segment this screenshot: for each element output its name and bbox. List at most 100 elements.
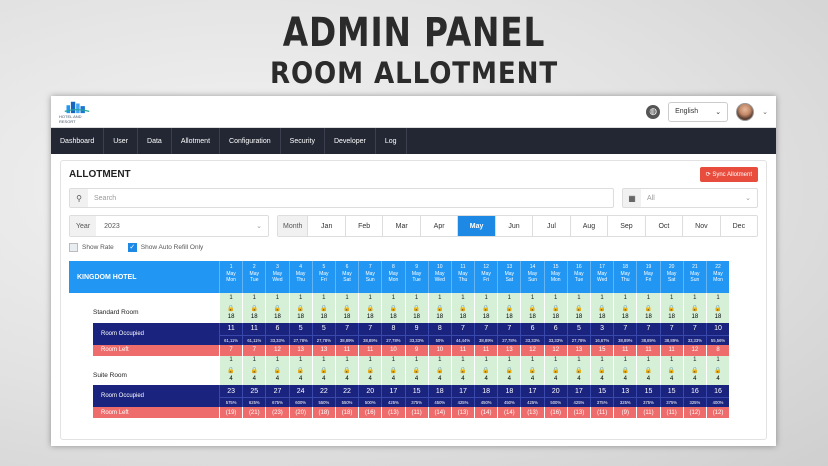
allotment-cell[interactable]: 🔒 4	[520, 365, 544, 385]
allotment-cell[interactable]: 🔒 4	[497, 365, 521, 385]
month-apr[interactable]: Apr	[419, 216, 457, 236]
allotment-cell[interactable]: 🔒 18	[682, 302, 706, 323]
allotment-cell[interactable]: 🔒 18	[497, 302, 521, 323]
allotment-cell[interactable]: 🔒 18	[242, 302, 266, 323]
month-aug[interactable]: Aug	[569, 216, 607, 236]
allotment-cell[interactable]: 🔒 4	[636, 365, 660, 385]
search-input[interactable]: ⚲ Search	[69, 188, 614, 208]
allotment-cell[interactable]: 1	[659, 293, 683, 303]
month-jan[interactable]: Jan	[307, 216, 344, 236]
avatar[interactable]	[736, 102, 755, 121]
allotment-cell[interactable]: 1	[590, 293, 614, 303]
allotment-cell[interactable]: 1	[566, 355, 590, 365]
allotment-cell[interactable]: 1	[474, 355, 498, 365]
allotment-cell[interactable]: 🔒 18	[265, 302, 289, 323]
month-sep[interactable]: Sep	[607, 216, 644, 236]
allotment-cell[interactable]: 1	[242, 355, 266, 365]
allotment-cell[interactable]: 1	[288, 293, 312, 303]
nav-item-data[interactable]: Data	[138, 128, 172, 154]
allotment-cell[interactable]: 🔒 4	[242, 365, 266, 385]
allotment-cell[interactable]: 1	[219, 293, 243, 303]
allotment-cell[interactable]: 1	[636, 355, 660, 365]
allotment-cell[interactable]: 1	[427, 293, 451, 303]
allotment-cell[interactable]: 🔒 4	[474, 365, 498, 385]
allotment-cell[interactable]: 🔒 4	[381, 365, 405, 385]
year-select[interactable]: Year 2023 ⌄	[69, 215, 269, 237]
allotment-cell[interactable]: 🔒 4	[334, 365, 359, 385]
chevron-down-icon[interactable]: ⌄	[762, 108, 768, 116]
allotment-cell[interactable]: 🔒 4	[265, 365, 289, 385]
nav-item-user[interactable]: User	[104, 128, 139, 154]
allotment-cell[interactable]: 1	[311, 355, 335, 365]
allotment-cell[interactable]: 🔒 4	[427, 365, 451, 385]
allotment-cell[interactable]: 1	[404, 293, 428, 303]
allotment-cell[interactable]: 1	[590, 355, 614, 365]
month-mar[interactable]: Mar	[382, 216, 419, 236]
nav-item-dashboard[interactable]: Dashboard	[51, 128, 105, 154]
nav-item-security[interactable]: Security	[281, 128, 325, 154]
allotment-cell[interactable]: 🔒 18	[566, 302, 590, 323]
allotment-cell[interactable]: 1	[474, 293, 498, 303]
allotment-cell[interactable]: 1	[705, 355, 730, 365]
allotment-cell[interactable]: 🔒 4	[288, 365, 312, 385]
allotment-cell[interactable]: 1	[381, 293, 405, 303]
allotment-cell[interactable]: 1	[334, 355, 359, 365]
allotment-cell[interactable]: 1	[427, 355, 451, 365]
allotment-cell[interactable]: 🔒 4	[450, 365, 475, 385]
allotment-cell[interactable]: 🔒 4	[613, 365, 637, 385]
allotment-cell[interactable]: 1	[543, 355, 567, 365]
allotment-cell[interactable]: 🔒 18	[590, 302, 614, 323]
allotment-cell[interactable]: 1	[404, 355, 428, 365]
allotment-cell[interactable]: 🔒 18	[450, 302, 475, 323]
allotment-cell[interactable]: 1	[705, 293, 730, 303]
month-jun[interactable]: Jun	[494, 216, 532, 236]
allotment-cell[interactable]: 1	[265, 293, 289, 303]
allotment-cell[interactable]: 🔒 4	[358, 365, 382, 385]
allotment-cell[interactable]: 🔒 4	[219, 365, 243, 385]
allotment-cell[interactable]: 1	[613, 355, 637, 365]
allotment-cell[interactable]: 🔒 4	[682, 365, 706, 385]
allotment-cell[interactable]: 1	[520, 355, 544, 365]
allotment-cell[interactable]: 🔒 18	[427, 302, 451, 323]
allotment-cell[interactable]: 1	[566, 293, 590, 303]
month-feb[interactable]: Feb	[344, 216, 382, 236]
allotment-cell[interactable]: 🔒 4	[566, 365, 590, 385]
allotment-cell[interactable]: 1	[334, 293, 359, 303]
allotment-cell[interactable]: 1	[242, 293, 266, 303]
allotment-cell[interactable]: 🔒 4	[705, 365, 730, 385]
allotment-cell[interactable]: 1	[358, 293, 382, 303]
allotment-cell[interactable]: 🔒 18	[474, 302, 498, 323]
language-select[interactable]: English ⌄	[668, 101, 729, 122]
allotment-cell[interactable]: 🔒 18	[520, 302, 544, 323]
sync-allotment-button[interactable]: ⟳ Sync Allotment	[699, 167, 758, 182]
allotment-cell[interactable]: 1	[682, 355, 706, 365]
allotment-cell[interactable]: 1	[219, 355, 243, 365]
allotment-cell[interactable]: 1	[450, 293, 475, 303]
month-jul[interactable]: Jul	[532, 216, 569, 236]
allotment-cell[interactable]: 1	[450, 355, 475, 365]
month-oct[interactable]: Oct	[644, 216, 682, 236]
allotment-cell[interactable]: 🔒 18	[219, 302, 243, 323]
allotment-cell[interactable]: 1	[265, 355, 289, 365]
allotment-cell[interactable]: 🔒 18	[381, 302, 405, 323]
show-auto-refill-checkbox[interactable]: ✓ Show Auto Refill Only	[127, 243, 203, 252]
allotment-cell[interactable]: 1	[497, 293, 521, 303]
allotment-cell[interactable]: 🔒 4	[311, 365, 335, 385]
allotment-cell[interactable]: 1	[358, 355, 382, 365]
allotment-cell[interactable]: 🔒 18	[705, 302, 730, 323]
allotment-cell[interactable]: 1	[381, 355, 405, 365]
allotment-cell[interactable]: 🔒 4	[659, 365, 683, 385]
nav-item-configuration[interactable]: Configuration	[220, 128, 281, 154]
allotment-cell[interactable]: 🔒 18	[613, 302, 637, 323]
nav-item-allotment[interactable]: Allotment	[172, 128, 221, 154]
allotment-cell[interactable]: 🔒 4	[590, 365, 614, 385]
nav-item-developer[interactable]: Developer	[325, 128, 376, 154]
hotel-select[interactable]: ▦ All ⌄	[622, 188, 758, 208]
month-dec[interactable]: Dec	[719, 216, 757, 236]
month-may[interactable]: May	[457, 216, 495, 236]
allotment-cell[interactable]: 🔒 18	[636, 302, 660, 323]
month-nov[interactable]: Nov	[682, 216, 719, 236]
allotment-cell[interactable]: 🔒 18	[404, 302, 428, 323]
allotment-cell[interactable]: 1	[636, 293, 660, 303]
allotment-cell[interactable]: 1	[497, 355, 521, 365]
